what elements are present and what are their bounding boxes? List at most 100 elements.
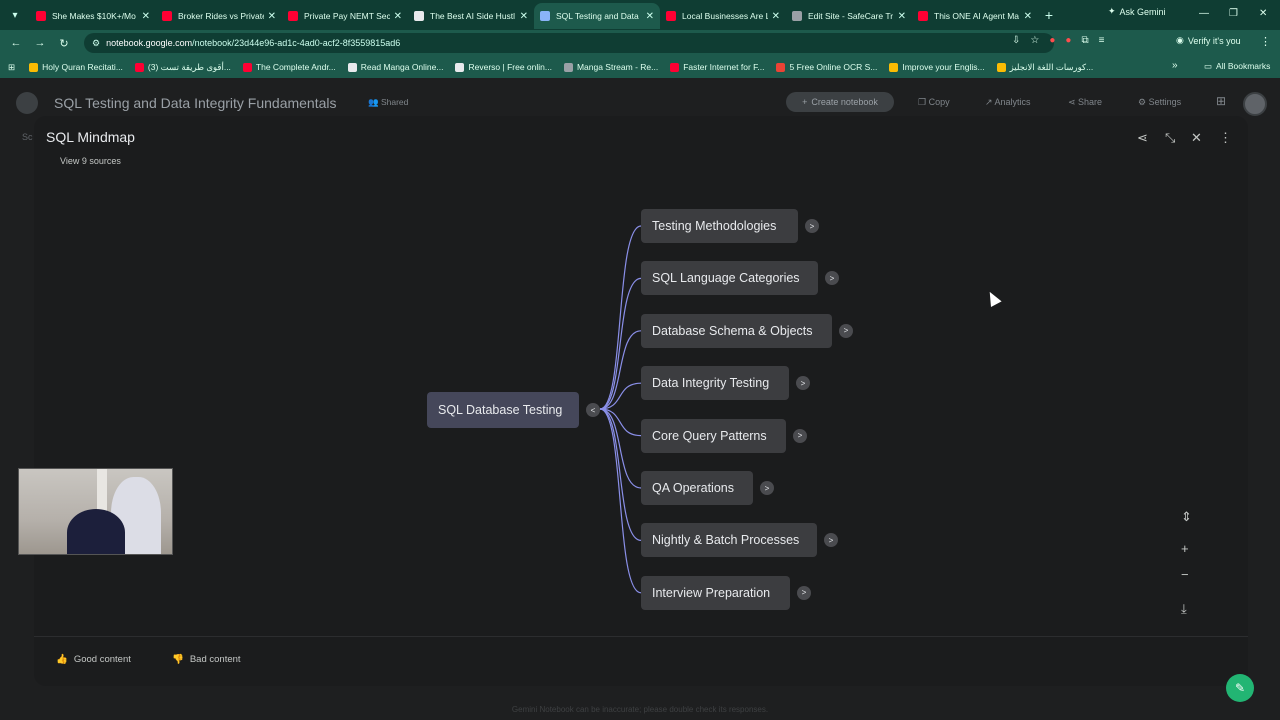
- address-bar[interactable]: ⚙ notebook.google.com /notebook/23d44e96…: [84, 33, 1054, 53]
- close-tab-icon[interactable]: ✕: [142, 11, 150, 22]
- browser-tab[interactable]: Broker Rides vs Private ✕: [156, 3, 282, 29]
- bad-content-button[interactable]: 👎 Bad content: [172, 654, 241, 665]
- mindmap-root-node[interactable]: SQL Database Testing: [427, 392, 579, 428]
- plus-icon: +: [802, 97, 808, 107]
- mindmap-child-node[interactable]: Nightly & Batch Processes: [641, 523, 817, 558]
- verify-profile-button[interactable]: ◉ Verify it's you: [1176, 35, 1241, 46]
- all-bookmarks-button[interactable]: ▭ All Bookmarks: [1204, 61, 1270, 72]
- zoom-out-icon[interactable]: −: [1181, 567, 1189, 582]
- more-bookmarks-icon[interactable]: »: [1172, 60, 1178, 71]
- feedback-fab[interactable]: ✎: [1226, 674, 1254, 702]
- good-content-button[interactable]: 👍 Good content: [56, 654, 131, 665]
- zoom-in-icon[interactable]: +: [1181, 541, 1189, 556]
- apps-icon[interactable]: ⊞: [8, 62, 15, 73]
- bookmark-star-icon[interactable]: ☆: [1030, 35, 1039, 46]
- settings-button[interactable]: ⚙ Settings: [1138, 97, 1181, 108]
- bookmark-favicon: [776, 62, 786, 72]
- thumbs-down-icon: 👎: [172, 654, 184, 665]
- webcam-overlay: [18, 468, 173, 555]
- mindmap-child-node[interactable]: Data Integrity Testing: [641, 366, 789, 401]
- fit-view-icon[interactable]: ⇕: [1181, 509, 1192, 525]
- close-tab-icon[interactable]: ✕: [898, 11, 906, 22]
- child-node-label: SQL Language Categories: [652, 271, 800, 286]
- bookmark-item[interactable]: 5 Free Online OCR S...: [776, 62, 877, 73]
- analytics-button[interactable]: ↗ Analytics: [985, 97, 1031, 108]
- ask-gemini-label: Ask Gemini: [1119, 6, 1166, 17]
- bookmarks-bar: ⊞ Holy Quran Recitati... (3) أقوى طريقة ت…: [0, 56, 1280, 78]
- bookmark-label: 5 Free Online OCR S...: [789, 62, 878, 72]
- copy-button[interactable]: ❐ Copy: [918, 97, 950, 108]
- mindmap-child-node[interactable]: Interview Preparation: [641, 575, 790, 610]
- bookmark-item[interactable]: The Complete Andr...: [242, 62, 336, 73]
- browser-tab[interactable]: The Best AI Side Hustl ✕: [408, 3, 534, 29]
- bookmark-item[interactable]: Holy Quran Recitati...: [29, 62, 123, 73]
- mindmap-child-node[interactable]: Database Schema & Objects: [641, 313, 832, 348]
- minimize-icon[interactable]: —: [1199, 8, 1209, 19]
- mindmap-child-node[interactable]: Core Query Patterns: [641, 418, 786, 453]
- media-icon[interactable]: ≡: [1099, 35, 1105, 46]
- close-window-icon[interactable]: ✕: [1259, 8, 1267, 19]
- extension-icon[interactable]: ●: [1049, 35, 1055, 46]
- close-tab-icon[interactable]: ✕: [520, 11, 528, 22]
- child-node-label: Core Query Patterns: [652, 428, 767, 443]
- apps-grid-icon[interactable]: ⊞: [1216, 94, 1226, 108]
- bookmark-item[interactable]: Reverso | Free onlin...: [455, 62, 552, 73]
- reload-icon[interactable]: ↻: [52, 37, 76, 50]
- create-notebook-label: Create notebook: [811, 97, 878, 107]
- copy-icon: ❐: [918, 97, 929, 107]
- notebook-logo[interactable]: [16, 92, 38, 114]
- site-info-icon[interactable]: ⚙: [92, 38, 100, 49]
- close-tab-icon[interactable]: ✕: [1024, 11, 1032, 22]
- close-tab-icon[interactable]: ✕: [268, 11, 276, 22]
- browser-tab[interactable]: She Makes $10K+/Mo ✕: [30, 3, 156, 29]
- bookmark-item[interactable]: Improve your Englis...: [889, 62, 985, 73]
- collapse-root-button[interactable]: <: [586, 403, 600, 417]
- browser-tab[interactable]: This ONE AI Agent Ma ✕: [912, 3, 1038, 29]
- bookmark-item[interactable]: كورسات اللغة الانجليز...: [996, 61, 1094, 73]
- close-tab-icon[interactable]: ✕: [772, 11, 780, 22]
- download-icon[interactable]: ⤓: [1181, 601, 1187, 617]
- mindmap-child-node[interactable]: SQL Language Categories: [641, 261, 818, 296]
- create-notebook-button[interactable]: + Create notebook: [786, 92, 894, 112]
- new-tab-button[interactable]: +: [1038, 7, 1060, 23]
- webcam-chair: [67, 509, 125, 554]
- profile-icon: ◉: [1176, 35, 1184, 45]
- expand-node-button[interactable]: >: [760, 481, 774, 495]
- ask-gemini-button[interactable]: ✦ Ask Gemini: [1108, 6, 1166, 17]
- browser-tab[interactable]: Private Pay NEMT Sec ✕: [282, 3, 408, 29]
- back-icon[interactable]: ←: [4, 37, 28, 49]
- browser-tab[interactable]: SQL Testing and Data ✕: [534, 3, 660, 29]
- browser-menu-icon[interactable]: ⋮: [1260, 35, 1271, 48]
- tab-search-icon[interactable]: ▾: [0, 0, 30, 30]
- expand-node-button[interactable]: >: [805, 219, 819, 233]
- expand-node-button[interactable]: >: [797, 585, 811, 600]
- install-app-icon[interactable]: ⇩: [1012, 35, 1020, 46]
- close-tab-icon[interactable]: ✕: [646, 11, 654, 22]
- bookmark-label: (3) أقوى طريقة تست...: [147, 61, 231, 72]
- share-button[interactable]: ⋖ Share: [1068, 97, 1102, 108]
- forward-icon[interactable]: →: [28, 37, 52, 49]
- bookmark-label: كورسات اللغة الانجليز...: [1009, 61, 1094, 72]
- bookmark-label: Reverso | Free onlin...: [468, 62, 552, 72]
- browser-tab[interactable]: Local Businesses Are L ✕: [660, 3, 786, 29]
- bookmark-item[interactable]: Manga Stream - Re...: [563, 62, 658, 73]
- close-tab-icon[interactable]: ✕: [394, 11, 402, 22]
- expand-node-button[interactable]: >: [793, 428, 807, 443]
- extension-icon[interactable]: ●: [1065, 35, 1071, 46]
- bookmark-favicon: [347, 62, 357, 72]
- mindmap-child-node[interactable]: Testing Methodologies: [641, 209, 798, 243]
- child-node-label: Testing Methodologies: [652, 219, 777, 233]
- expand-node-button[interactable]: >: [839, 323, 853, 338]
- extensions-puzzle-icon[interactable]: ⧉: [1081, 35, 1088, 46]
- bookmark-item[interactable]: Faster Internet for F...: [670, 62, 764, 73]
- bookmark-item[interactable]: (3) أقوى طريقة تست...: [134, 61, 231, 73]
- bookmark-favicon: [242, 62, 252, 72]
- share-icon: ⋖: [1068, 97, 1079, 107]
- bookmark-favicon: [996, 62, 1006, 72]
- restore-icon[interactable]: ❐: [1229, 8, 1238, 19]
- mindmap-child-node[interactable]: QA Operations: [641, 471, 753, 505]
- avatar[interactable]: [1243, 92, 1267, 116]
- notebook-title[interactable]: SQL Testing and Data Integrity Fundament…: [54, 95, 337, 111]
- browser-tab[interactable]: Edit Site - SafeCare Tr ✕: [786, 3, 912, 29]
- bookmark-item[interactable]: Read Manga Online...: [347, 62, 443, 73]
